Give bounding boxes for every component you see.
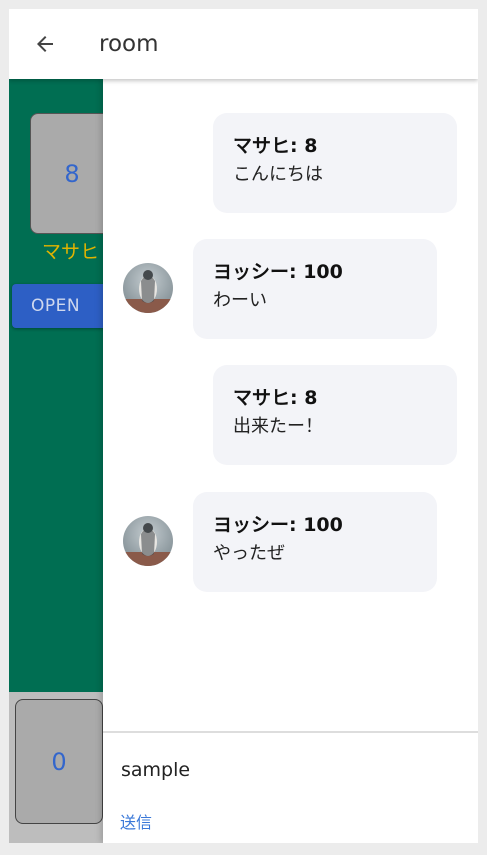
message-sender: ヨッシー: 100 <box>213 514 343 536</box>
opponent-card-value: 8 <box>64 159 80 188</box>
message-sender: マサヒ: 8 <box>233 387 318 409</box>
page-title: room <box>99 31 159 57</box>
open-button[interactable]: OPEN <box>12 284 109 328</box>
arrow-left-icon <box>37 36 53 52</box>
penguin-avatar[interactable] <box>123 516 173 566</box>
app-frame: 8 マサヒ OPEN 0 room マサヒ: 8 こんにちは ヨッシー: 100… <box>9 9 478 843</box>
chat-panel: マサヒ: 8 こんにちは ヨッシー: 100 わーい マサヒ: 8 出来たー！ … <box>103 79 478 843</box>
message-input[interactable] <box>121 753 451 787</box>
message-composer: 送信 <box>103 731 478 843</box>
message-text: こんにちは <box>233 164 323 185</box>
chat-message: ヨッシー: 100 やったぜ <box>193 492 437 592</box>
message-text: わーい <box>213 290 267 311</box>
message-sender: ヨッシー: 100 <box>213 261 343 283</box>
back-button[interactable] <box>27 26 63 62</box>
chat-message: マサヒ: 8 出来たー！ <box>213 365 457 465</box>
chat-message: マサヒ: 8 こんにちは <box>213 113 457 213</box>
app-bar: room <box>9 9 478 79</box>
opponent-name: マサヒ <box>42 241 100 263</box>
message-text: 出来たー！ <box>233 416 323 437</box>
message-sender: マサヒ: 8 <box>233 135 318 157</box>
open-button-label: OPEN <box>31 296 81 316</box>
player-card[interactable]: 0 <box>15 699 103 824</box>
message-text: やったぜ <box>213 543 285 564</box>
penguin-avatar[interactable] <box>123 263 173 313</box>
chat-message: ヨッシー: 100 わーい <box>193 239 437 339</box>
send-button[interactable]: 送信 <box>120 809 152 833</box>
opponent-card[interactable]: 8 <box>30 113 114 234</box>
player-card-value: 0 <box>51 747 67 776</box>
